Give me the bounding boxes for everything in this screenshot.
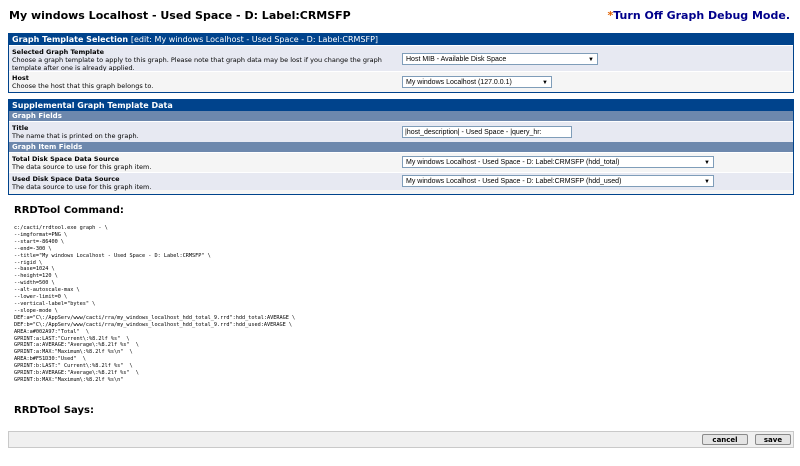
rrdtool-command-line: AREA:b#F51D30:"Used" \ [14,356,86,363]
graph-fields-header: Graph Fields [9,111,793,121]
rrdtool-command-line: DEF:a="C\:/AppServ/www/cacti/rra/my_wind… [14,314,296,321]
debug-link-label: Turn Off Graph Debug Mode. [613,9,790,22]
graph-item-fields-header: Graph Item Fields [9,142,793,152]
supplemental-data-panel: Supplemental Graph Template Data Graph F… [8,99,794,195]
used-source-select[interactable]: My windows Localhost - Used Space - D: L… [402,175,714,187]
chevron-down-icon: ▼ [704,160,710,166]
rrdtool-command-line: DEF:b="C\:/AppServ/www/cacti/rra/my_wind… [14,321,292,328]
rrdtool-command-line: c:/cacti/rrdtool.exe graph - \ [14,225,108,231]
supplemental-panel-title: Supplemental Graph Template Data [12,101,173,110]
host-select[interactable]: My windows Localhost (127.0.0.1) ▼ [402,76,552,88]
total-source-select[interactable]: My windows Localhost - Used Space - D: L… [402,156,714,168]
used-source-label: Used Disk Space Data Source [12,175,120,183]
host-desc: Choose the host that this graph belongs … [12,82,154,90]
chevron-down-icon: ▼ [588,57,594,63]
rrdtool-command-text: c:/cacti/rrdtool.exe graph - \ --imgforma… [14,225,295,384]
rrdtool-command-line: --slope-mode \ [14,307,58,314]
template-panel-header: Graph Template Selection [edit: My windo… [9,34,793,45]
used-source-desc: The data source to use for this graph it… [12,183,152,191]
title-row: Title The name that is printed on the gr… [9,121,793,142]
rrdtool-command-line: --alt-autoscale-max \ [14,287,80,294]
cancel-button[interactable]: cancel [702,434,748,445]
debug-mode-link[interactable]: *Turn Off Graph Debug Mode. [608,9,791,22]
selected-template-desc: Choose a graph template to apply to this… [12,56,382,72]
total-source-desc: The data source to use for this graph it… [12,163,152,171]
rrdtool-command-line: --title="My windows Localhost - Used Spa… [14,252,211,259]
rrdtool-command-line: --imgformat=PNG \ [14,231,68,238]
rrdtool-command-line: --height=120 \ [14,273,58,280]
page-title: My windows Localhost - Used Space - D: L… [9,9,351,22]
rrdtool-command-title: RRDTool Command: [14,205,124,216]
rrdtool-command-line: --end=-300 \ [14,245,52,252]
title-label: Title [12,124,29,132]
template-selection-panel: Graph Template Selection [edit: My windo… [8,33,794,93]
rrdtool-command-line: --rigid \ [14,259,43,266]
rrdtool-command-line: GPRINT:b:LAST:" Current\:%8.2lf %s" \ [14,363,133,370]
host-value: My windows Localhost (127.0.0.1) [406,79,512,86]
total-source-row: Total Disk Space Data Source The data so… [9,152,793,172]
selected-template-row: Selected Graph Template Choose a graph t… [9,45,793,72]
form-footer: cancel save [8,431,794,448]
graph-template-select[interactable]: Host MIB - Available Disk Space ▼ [402,53,598,65]
rrdtool-command-line: --base=1024 \ [14,266,55,273]
title-desc: The name that is printed on the graph. [12,132,139,140]
rrdtool-command-line: --start=-86400 \ [14,238,64,245]
chevron-down-icon: ▼ [542,80,548,86]
save-button[interactable]: save [755,434,791,445]
rrdtool-command-line: GPRINT:a:MAX:"Maximum\:%8.2lf %s\n" \ [14,349,133,356]
template-panel-title: Graph Template Selection [12,35,129,44]
rrdtool-command-line: --width=500 \ [14,280,55,287]
rrdtool-command-line: GPRINT:b:AVERAGE:"Average\:%8.2lf %s" \ [14,370,139,377]
total-source-label: Total Disk Space Data Source [12,155,120,163]
rrdtool-command-line: GPRINT:a:AVERAGE:"Average\:%8.2lf %s" \ [14,342,139,349]
template-edit-link[interactable]: [edit: My windows Localhost - Used Space… [131,35,378,44]
host-label: Host [12,74,29,82]
rrdtool-says-title: RRDTool Says: [14,405,94,416]
rrdtool-command-line: GPRINT:b:MAX:"Maximum\:%8.2lf %s\n" [14,376,124,383]
rrdtool-command-line: AREA:a#002A97:"Total" \ [14,328,89,335]
selected-template-label: Selected Graph Template [12,48,105,56]
host-row: Host Choose the host that this graph bel… [9,71,793,92]
page-header: My windows Localhost - Used Space - D: L… [0,0,800,30]
supplemental-panel-header: Supplemental Graph Template Data [9,100,793,111]
rrdtool-command-line: --lower-limit=0 \ [14,294,68,301]
rrdtool-command-line: GPRINT:a:LAST:"Current\:%8.2lf %s" \ [14,335,130,342]
graph-title-input[interactable]: |host_description| - Used Space - |query… [402,126,572,138]
used-source-value: My windows Localhost - Used Space - D: L… [406,178,622,185]
chevron-down-icon: ▼ [704,179,710,185]
used-source-row: Used Disk Space Data Source The data sou… [9,172,793,191]
graph-template-value: Host MIB - Available Disk Space [406,56,507,63]
total-source-value: My windows Localhost - Used Space - D: L… [406,159,620,166]
rrdtool-command-line: --vertical-label="bytes" \ [14,300,96,307]
